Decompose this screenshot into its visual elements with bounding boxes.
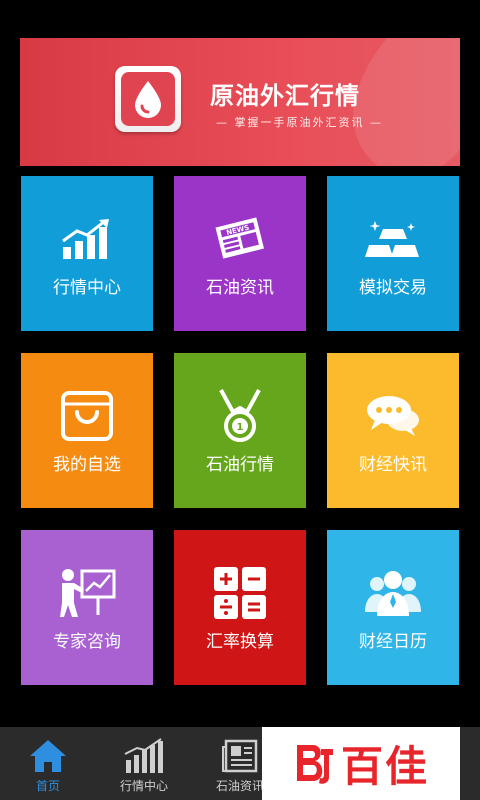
- shopping-bag-icon: [61, 391, 113, 441]
- tile-simulated-trading[interactable]: 模拟交易: [327, 176, 459, 331]
- tile-finance-calendar[interactable]: 财经日历: [327, 530, 459, 685]
- tile-oil-news[interactable]: NEWS 石油资讯: [174, 176, 306, 331]
- tab-label: 首页: [35, 779, 60, 793]
- gold-bars-icon: [365, 221, 419, 257]
- tile-label: 专家咨询: [53, 632, 121, 652]
- rising-chart-icon: [62, 219, 109, 259]
- tile-market-center[interactable]: 行情中心: [21, 176, 153, 331]
- app-logo: [115, 66, 181, 132]
- tile-label: 财经日历: [359, 632, 427, 652]
- presenter-icon: [60, 569, 116, 617]
- oil-drop-icon: [135, 81, 161, 118]
- tile-label: 财经快讯: [359, 455, 427, 475]
- medal-icon: 1: [219, 389, 261, 442]
- tile-label: 石油资讯: [206, 278, 274, 298]
- newspaper-icon: NEWS: [215, 217, 265, 259]
- chat-bubbles-icon: [367, 396, 419, 436]
- watermark-text: 百佳: [340, 742, 429, 791]
- tile-finance-flash[interactable]: 财经快讯: [327, 353, 459, 508]
- home-icon: [30, 740, 66, 772]
- tab-market-center[interactable]: 行情中心: [96, 727, 192, 800]
- watermark-logo: 百佳: [262, 727, 460, 800]
- tile-expert-consult[interactable]: 专家咨询: [21, 530, 153, 685]
- banner-subtitle: — 掌握一手原油外汇资讯 —: [216, 116, 383, 129]
- bar-chart-icon: [124, 738, 163, 773]
- calculator-icon: [214, 567, 266, 619]
- people-group-icon: [365, 571, 421, 616]
- tile-currency-converter[interactable]: 汇率换算: [174, 530, 306, 685]
- tab-label: 行情中心: [119, 779, 168, 793]
- tile-my-watchlist[interactable]: 我的自选: [21, 353, 153, 508]
- tab-home[interactable]: 首页: [0, 727, 96, 800]
- svg-text:1: 1: [237, 422, 244, 433]
- tile-label: 石油行情: [206, 455, 274, 475]
- tile-label: 行情中心: [53, 278, 121, 298]
- tile-label: 汇率换算: [206, 632, 274, 652]
- tile-oil-market[interactable]: 1 石油行情: [174, 353, 306, 508]
- header-banner[interactable]: 原油外汇行情 — 掌握一手原油外汇资讯 —: [20, 38, 460, 166]
- bj-logo-icon: [296, 744, 333, 784]
- tile-label: 我的自选: [53, 455, 121, 475]
- banner-title: 原油外汇行情: [210, 82, 360, 110]
- tile-label: 模拟交易: [359, 278, 427, 298]
- news-icon: [222, 739, 258, 773]
